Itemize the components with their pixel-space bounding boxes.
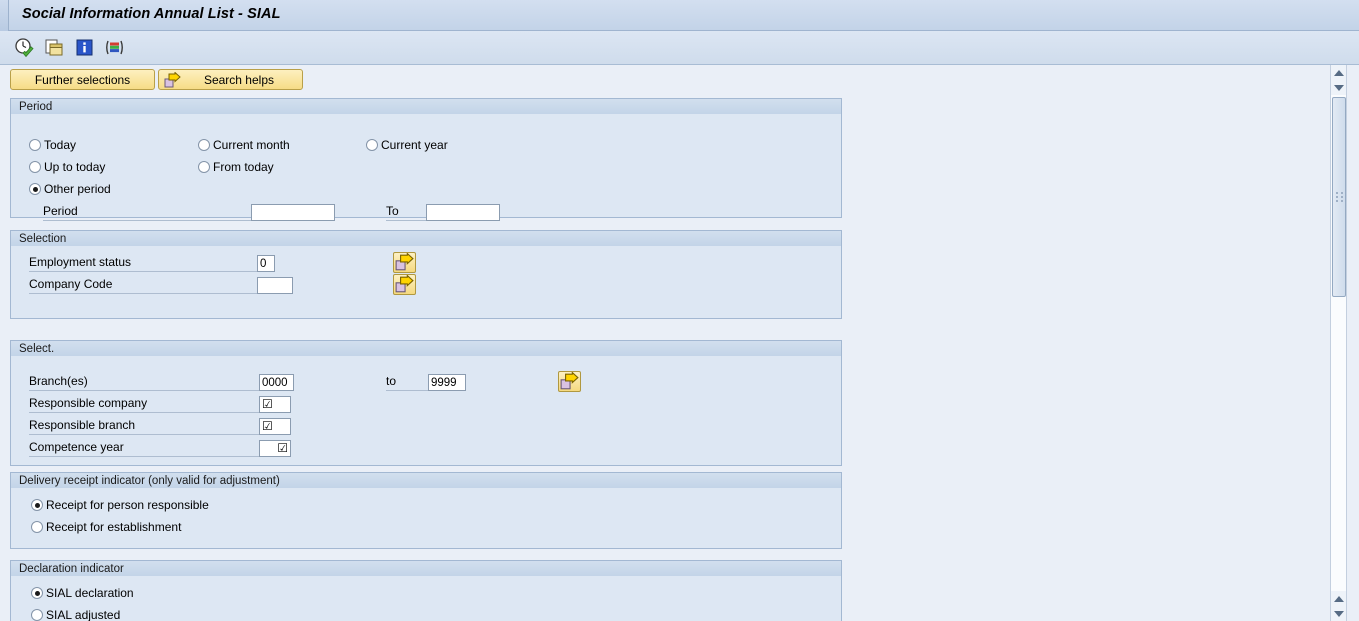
group-declaration-indicator: Declaration indicator SIAL declaration S… [10, 560, 842, 621]
period-field-label: Period [43, 204, 251, 221]
radio-receipt-person-responsible-indicator[interactable] [31, 499, 43, 511]
radio-from-today-label: From today [213, 160, 274, 174]
period-from-input[interactable] [251, 204, 335, 221]
employment-status-label: Employment status [29, 255, 257, 272]
radio-current-year-label: Current year [381, 138, 448, 152]
scrollbar-thumb[interactable] [1332, 97, 1346, 297]
branches-label: Branch(es) [29, 374, 259, 391]
scroll-up-button-bottom[interactable] [1331, 591, 1346, 606]
scrollbar-grip-icon [1336, 192, 1345, 206]
branches-from-input[interactable] [259, 374, 294, 391]
group-period-title: Period [10, 98, 842, 114]
color-legend-icon[interactable] [104, 37, 125, 58]
radio-today[interactable]: Today [29, 138, 76, 152]
radio-receipt-establishment-label: Receipt for establishment [46, 520, 182, 534]
radio-sial-declaration-label: SIAL declaration [46, 586, 134, 600]
period-to-input[interactable] [426, 204, 500, 221]
branches-multiple-selection-button[interactable] [558, 371, 581, 392]
multiple-selection-icon [164, 71, 181, 92]
radio-sial-adjusted[interactable]: SIAL adjusted [31, 608, 120, 621]
employment-status-input[interactable] [257, 255, 275, 272]
window-titlebar: Social Information Annual List - SIAL [0, 0, 1359, 31]
search-helps-label: Search helps [203, 72, 274, 87]
group-selection: Selection Employment status Company Code [10, 230, 842, 319]
application-toolbar: © www.tutorialkart.com [0, 31, 1359, 94]
group-declaration-title: Declaration indicator [10, 560, 842, 576]
search-helps-button[interactable]: Search helps [158, 69, 303, 90]
scroll-down-icon [1333, 610, 1344, 617]
copy-variant-icon[interactable] [44, 37, 65, 58]
radio-up-to-today-label: Up to today [44, 160, 106, 174]
radio-current-year-indicator[interactable] [366, 139, 378, 151]
radio-other-period[interactable]: Other period [29, 182, 111, 196]
group-delivery-receipt-indicator: Delivery receipt indicator (only valid f… [10, 472, 842, 549]
radio-current-month-label: Current month [213, 138, 290, 152]
radio-from-today-indicator[interactable] [198, 161, 210, 173]
group-selection-title: Selection [10, 230, 842, 246]
scroll-down-button[interactable] [1331, 606, 1346, 621]
radio-other-period-indicator[interactable] [29, 183, 41, 195]
radio-receipt-establishment[interactable]: Receipt for establishment [31, 520, 181, 534]
company-code-input[interactable] [257, 277, 293, 294]
vertical-scrollbar[interactable] [1330, 65, 1347, 621]
responsible-company-label: Responsible company [29, 396, 259, 413]
further-selections-button[interactable]: Further selections [10, 69, 155, 90]
multiple-selection-icon [395, 274, 414, 293]
window-title: Social Information Annual List - SIAL [22, 6, 281, 22]
radio-sial-declaration-indicator[interactable] [31, 587, 43, 599]
employment-status-multiple-selection-button[interactable] [393, 252, 416, 273]
group-select-title: Select. [10, 340, 842, 356]
scroll-up-button[interactable] [1331, 65, 1346, 80]
radio-receipt-person-responsible-label: Receipt for person responsible [46, 498, 209, 512]
branches-to-input[interactable] [428, 374, 466, 391]
period-to-label: To [386, 204, 426, 221]
responsible-branch-checkbox[interactable]: ☑ [259, 418, 291, 435]
scroll-down-button-top[interactable] [1331, 80, 1346, 95]
radio-sial-adjusted-indicator[interactable] [31, 609, 43, 621]
titlebar-accent [0, 0, 9, 31]
company-code-label: Company Code [29, 277, 257, 294]
right-rail [1347, 65, 1359, 621]
radio-current-month-indicator[interactable] [198, 139, 210, 151]
radio-current-month[interactable]: Current month [198, 138, 290, 152]
selection-screen-content: Period Today Current month Current year … [0, 96, 1327, 621]
scroll-up-icon [1333, 595, 1344, 602]
branches-to-label: to [386, 374, 428, 391]
company-code-multiple-selection-button[interactable] [393, 274, 416, 295]
responsible-company-checkbox[interactable]: ☑ [259, 396, 291, 413]
radio-sial-declaration[interactable]: SIAL declaration [31, 586, 134, 600]
radio-receipt-person-responsible[interactable]: Receipt for person responsible [31, 498, 209, 512]
selection-button-strip: Further selections Search helps [0, 65, 1359, 96]
responsible-branch-label: Responsible branch [29, 418, 259, 435]
radio-today-indicator[interactable] [29, 139, 41, 151]
group-select: Select. Branch(es) to Responsible compan… [10, 340, 842, 466]
radio-current-year[interactable]: Current year [366, 138, 448, 152]
radio-other-period-label: Other period [44, 182, 111, 196]
group-delivery-title: Delivery receipt indicator (only valid f… [10, 472, 842, 488]
execute-clock-icon[interactable] [14, 37, 35, 58]
scroll-down-icon [1333, 84, 1344, 91]
competence-year-checkbox[interactable]: ☑ [259, 440, 291, 457]
competence-year-label: Competence year [29, 440, 259, 457]
group-period: Period Today Current month Current year … [10, 98, 842, 221]
scroll-up-icon [1333, 69, 1344, 76]
multiple-selection-icon [395, 252, 414, 271]
radio-receipt-establishment-indicator[interactable] [31, 521, 43, 533]
radio-up-to-today[interactable]: Up to today [29, 160, 105, 174]
sap-gui-window: Social Information Annual List - SIAL Fu… [0, 0, 1359, 621]
multiple-selection-icon [560, 371, 579, 390]
radio-up-to-today-indicator[interactable] [29, 161, 41, 173]
radio-sial-adjusted-label: SIAL adjusted [46, 608, 121, 621]
radio-today-label: Today [44, 138, 77, 152]
radio-from-today[interactable]: From today [198, 160, 274, 174]
info-icon[interactable] [74, 37, 95, 58]
